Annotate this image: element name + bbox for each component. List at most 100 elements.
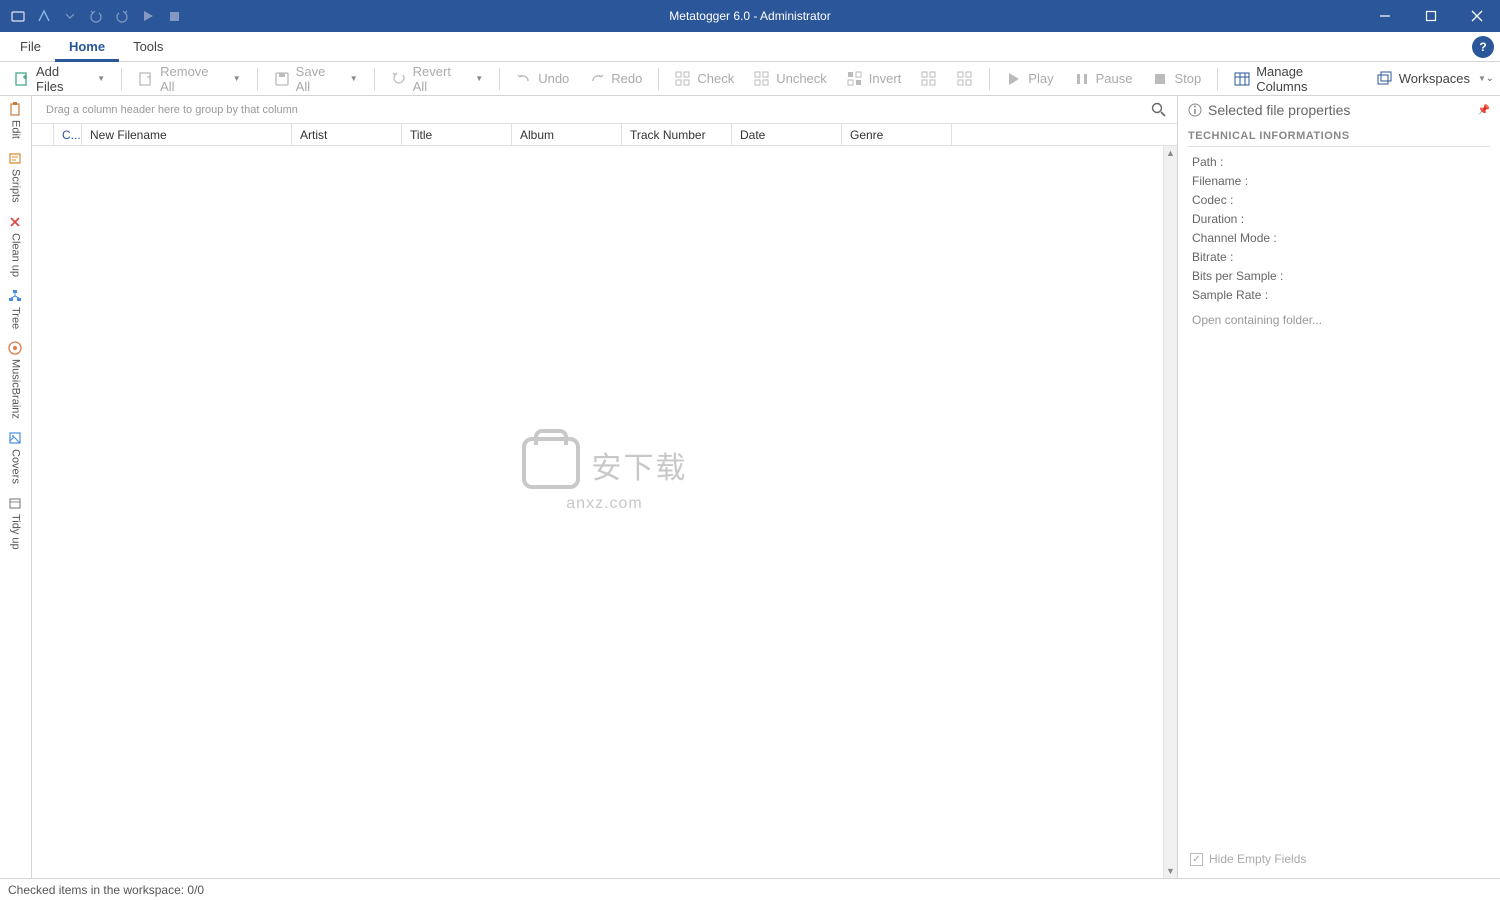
prop-path: Path :	[1192, 155, 1486, 169]
app-icon[interactable]	[8, 6, 28, 26]
column-header-title[interactable]: Title	[402, 124, 512, 145]
group-by-bar[interactable]: Drag a column header here to group by th…	[32, 96, 1177, 124]
stop-button[interactable]: Stop	[1144, 66, 1209, 92]
quick-access-toolbar	[0, 6, 184, 26]
check-icon	[675, 71, 691, 87]
workspaces-button[interactable]: Workspaces ▼	[1369, 66, 1494, 92]
hide-empty-label: Hide Empty Fields	[1209, 852, 1306, 866]
column-header-genre[interactable]: Genre	[842, 124, 952, 145]
column-header-checkbox[interactable]	[32, 124, 54, 145]
sidebar-item-edit[interactable]: Edit	[8, 102, 24, 139]
sidebar-item-musicbrainz[interactable]: MusicBrainz	[8, 341, 24, 419]
revert-all-button[interactable]: Revert All ▼	[383, 66, 492, 92]
tab-tools[interactable]: Tools	[119, 32, 177, 62]
add-files-button[interactable]: Add Files ▼	[6, 66, 113, 92]
tidyup-icon	[8, 496, 24, 512]
scroll-up-icon[interactable]: ▲	[1164, 146, 1177, 160]
qat-redo-icon[interactable]	[112, 6, 132, 26]
watermark-text: 安下载	[592, 443, 688, 487]
menu-tabs: File Home Tools ?	[0, 32, 1500, 62]
manage-columns-label: Manage Columns	[1256, 64, 1357, 94]
open-containing-folder-link[interactable]: Open containing folder...	[1192, 313, 1486, 327]
grid-body: 安下载 anxz.com ▲ ▼	[32, 146, 1177, 878]
column-header-new-filename[interactable]: New Filename	[82, 124, 292, 145]
column-header-album[interactable]: Album	[512, 124, 622, 145]
prop-codec: Codec :	[1192, 193, 1486, 207]
vertical-scrollbar[interactable]: ▲ ▼	[1163, 146, 1177, 878]
sidebar-item-cleanup[interactable]: Clean up	[8, 215, 24, 277]
window-controls	[1362, 0, 1500, 32]
tree-icon	[8, 289, 24, 305]
grid-panel: Drag a column header here to group by th…	[32, 96, 1178, 878]
chevron-down-icon: ▼	[475, 74, 483, 83]
qat-add-icon[interactable]	[34, 6, 54, 26]
invert-button[interactable]: Invert	[839, 66, 910, 92]
invert-label: Invert	[869, 71, 902, 86]
remove-all-button[interactable]: Remove All ▼	[130, 66, 249, 92]
scroll-down-icon[interactable]: ▼	[1164, 864, 1177, 878]
grid-button-2[interactable]	[949, 66, 981, 92]
play-button[interactable]: Play	[998, 66, 1061, 92]
sidebar-item-label: Covers	[10, 449, 22, 484]
hide-empty-checkbox[interactable]: ✓	[1190, 853, 1203, 866]
undo-button[interactable]: Undo	[508, 66, 577, 92]
qat-undo-icon[interactable]	[86, 6, 106, 26]
save-icon	[274, 71, 290, 87]
check-button[interactable]: Check	[667, 66, 742, 92]
columns-icon	[1234, 71, 1250, 87]
lock-icon	[522, 437, 580, 489]
minimize-button[interactable]	[1362, 0, 1408, 32]
maximize-button[interactable]	[1408, 0, 1454, 32]
column-header-track-number[interactable]: Track Number	[622, 124, 732, 145]
clipboard-icon	[8, 102, 24, 118]
column-header-artist[interactable]: Artist	[292, 124, 402, 145]
qat-stop-icon[interactable]	[164, 6, 184, 26]
watermark: 安下载 anxz.com	[522, 437, 688, 513]
save-all-button[interactable]: Save All ▼	[266, 66, 366, 92]
prop-bits-per-sample: Bits per Sample :	[1192, 269, 1486, 283]
separator	[658, 68, 659, 90]
qat-caret-icon[interactable]	[60, 6, 80, 26]
chevron-down-icon: ▼	[233, 74, 241, 83]
prop-sample-rate: Sample Rate :	[1192, 288, 1486, 302]
sidebar-item-label: Edit	[10, 120, 22, 139]
sidebar-item-tree[interactable]: Tree	[8, 289, 24, 329]
properties-header: Selected file properties 📌	[1188, 102, 1490, 118]
column-header-c[interactable]: C...	[54, 124, 82, 145]
sidebar-item-scripts[interactable]: Scripts	[8, 151, 24, 203]
redo-button[interactable]: Redo	[581, 66, 650, 92]
column-header-date[interactable]: Date	[732, 124, 842, 145]
separator	[257, 68, 258, 90]
save-all-label: Save All	[296, 64, 342, 94]
grid-icon	[957, 71, 973, 87]
sidebar-item-label: MusicBrainz	[10, 359, 22, 419]
play-icon	[1006, 71, 1022, 87]
help-button[interactable]: ?	[1472, 36, 1494, 58]
ribbon-expand-icon[interactable]: ⌄	[1486, 73, 1494, 84]
separator	[989, 68, 990, 90]
sidebar-item-covers[interactable]: Covers	[8, 431, 24, 484]
ribbon-toolbar: Add Files ▼ Remove All ▼ Save All ▼ Reve…	[0, 62, 1500, 96]
uncheck-button[interactable]: Uncheck	[746, 66, 835, 92]
remove-all-label: Remove All	[160, 64, 225, 94]
tab-home[interactable]: Home	[55, 32, 119, 62]
prop-bitrate: Bitrate :	[1192, 250, 1486, 264]
pause-button[interactable]: Pause	[1066, 66, 1141, 92]
stop-icon	[1152, 71, 1168, 87]
tab-file[interactable]: File	[6, 32, 55, 62]
play-label: Play	[1028, 71, 1053, 86]
qat-play-icon[interactable]	[138, 6, 158, 26]
grid-button-1[interactable]	[913, 66, 945, 92]
close-button[interactable]	[1454, 0, 1500, 32]
chevron-down-icon: ▼	[97, 74, 105, 83]
properties-title: Selected file properties	[1208, 102, 1350, 118]
search-icon[interactable]	[1151, 102, 1167, 118]
main-area: Edit Scripts Clean up Tree MusicBrainz C…	[0, 96, 1500, 878]
watermark-sub: anxz.com	[522, 495, 688, 513]
add-files-label: Add Files	[36, 64, 89, 94]
manage-columns-button[interactable]: Manage Columns	[1226, 66, 1365, 92]
cleanup-icon	[8, 215, 24, 231]
tech-info-section: TECHNICAL INFORMATIONS	[1188, 126, 1490, 147]
pin-icon[interactable]: 📌	[1478, 105, 1490, 116]
sidebar-item-tidyup[interactable]: Tidy up	[8, 496, 24, 550]
